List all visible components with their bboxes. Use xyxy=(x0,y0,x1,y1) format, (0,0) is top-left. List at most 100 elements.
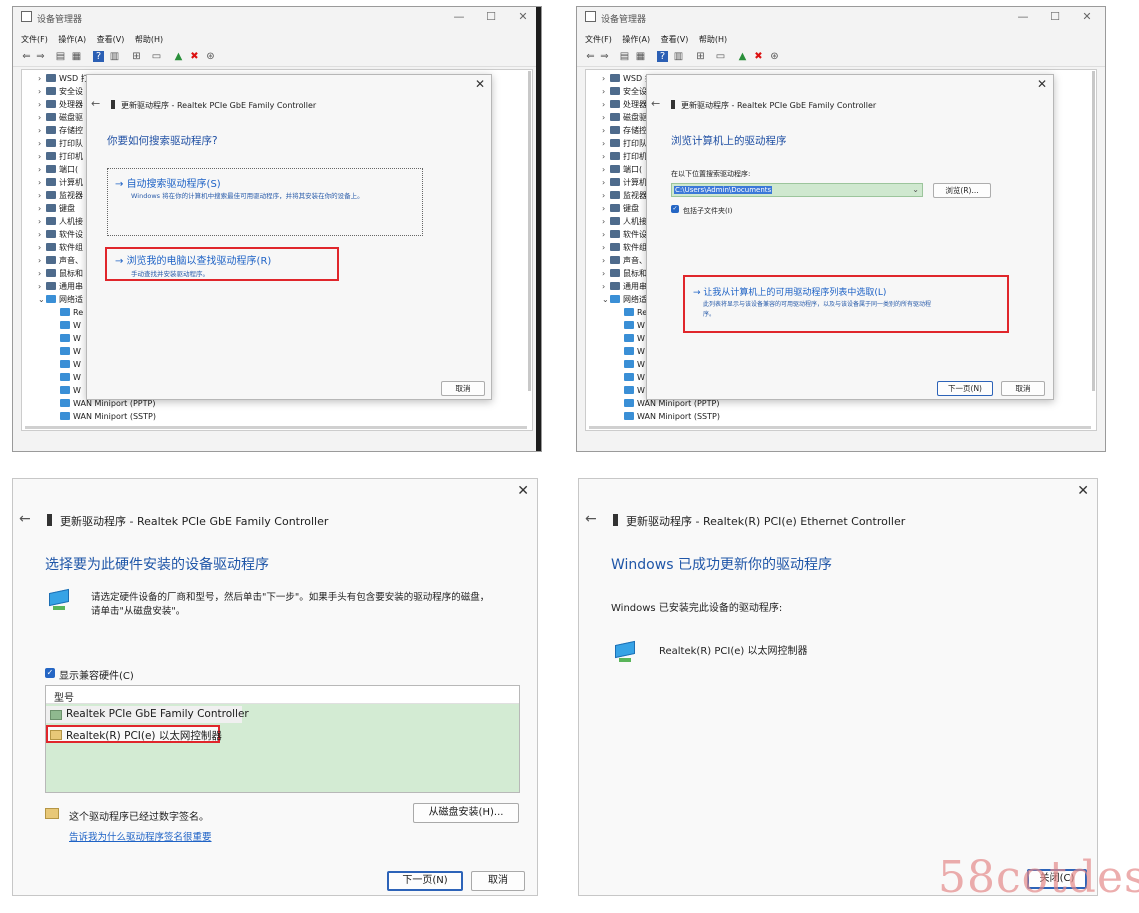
tree-item[interactable]: › 安全设 xyxy=(38,85,83,98)
network-child[interactable]: W xyxy=(624,358,645,371)
menu-action[interactable]: 操作(A) xyxy=(622,34,650,45)
next-button[interactable]: 下一页(N) xyxy=(937,381,993,396)
tree-item[interactable]: › 打印机 xyxy=(38,150,83,163)
close-button[interactable]: ✕ xyxy=(1079,10,1095,23)
tree-item[interactable]: › 人机接 xyxy=(602,215,647,228)
dialog-close-icon[interactable]: ✕ xyxy=(1077,483,1089,499)
back-arrow-icon[interactable]: ← xyxy=(585,511,597,527)
scan-icon[interactable]: ⊞ xyxy=(695,51,706,62)
close-button[interactable]: ✕ xyxy=(515,10,531,23)
tree-item[interactable]: › 计算机 xyxy=(38,176,83,189)
menu-view[interactable]: 查看(V) xyxy=(661,34,689,45)
tree-item[interactable]: › 磁盘驱 xyxy=(602,111,647,124)
tree-item-network[interactable]: ⌄ 网络适 xyxy=(38,293,83,306)
view-icon[interactable]: ▥ xyxy=(673,51,684,62)
tree-item[interactable]: › 键盘 xyxy=(602,202,639,215)
network-child[interactable]: W xyxy=(624,319,645,332)
browse-button[interactable]: 浏览(R)... xyxy=(933,183,991,198)
checkbox-icon[interactable]: ✓ xyxy=(671,205,679,213)
update-driver-icon[interactable]: ▲ xyxy=(737,51,748,62)
forward-icon[interactable]: ⇒ xyxy=(35,51,46,62)
tree-item[interactable]: › 鼠标和 xyxy=(38,267,83,280)
checkbox-icon[interactable]: ✓ xyxy=(45,668,55,678)
tree-item[interactable]: › 处理器 xyxy=(38,98,83,111)
monitor-icon[interactable]: ▭ xyxy=(151,51,162,62)
network-child[interactable]: Re xyxy=(60,306,83,319)
network-child[interactable]: WAN Miniport (SSTP) xyxy=(624,410,720,423)
tree-item[interactable]: › 声音、 xyxy=(602,254,647,267)
tree-item[interactable]: › 键盘 xyxy=(38,202,75,215)
tree-item[interactable]: › 处理器 xyxy=(602,98,647,111)
properties-icon[interactable]: ▤ xyxy=(619,51,630,62)
network-child[interactable]: W xyxy=(60,384,81,397)
properties-icon[interactable]: ▤ xyxy=(55,51,66,62)
network-child[interactable]: W xyxy=(624,345,645,358)
cancel-button[interactable]: 取消 xyxy=(471,871,525,891)
dialog-close-icon[interactable]: ✕ xyxy=(517,483,529,499)
horizontal-scrollbar[interactable] xyxy=(25,426,527,429)
tree-item[interactable]: › 监视器 xyxy=(38,189,83,202)
network-child[interactable]: W xyxy=(60,332,81,345)
network-child[interactable]: Re xyxy=(624,306,647,319)
back-icon[interactable]: ⇐ xyxy=(585,51,596,62)
pick-from-list-label[interactable]: → 让我从计算机上的可用驱动程序列表中选取(L) xyxy=(693,285,886,298)
maximize-button[interactable]: ☐ xyxy=(483,10,499,23)
menu-help[interactable]: 帮助(H) xyxy=(135,34,163,45)
menu-file[interactable]: 文件(F) xyxy=(21,34,48,45)
monitor-icon[interactable]: ▭ xyxy=(715,51,726,62)
horizontal-scrollbar[interactable] xyxy=(589,426,1091,429)
network-child[interactable]: W xyxy=(60,358,81,371)
menu-view[interactable]: 查看(V) xyxy=(97,34,125,45)
tree-item[interactable]: › 人机接 xyxy=(38,215,83,228)
vertical-scrollbar[interactable] xyxy=(1092,71,1095,391)
back-icon[interactable]: ⇐ xyxy=(21,51,32,62)
back-arrow-icon[interactable]: ← xyxy=(91,97,100,110)
tree-item[interactable]: › 软件设 xyxy=(38,228,83,241)
menu-file[interactable]: 文件(F) xyxy=(585,34,612,45)
tree-item[interactable]: › 打印队 xyxy=(38,137,83,150)
tree-item[interactable]: › 通用串 xyxy=(38,280,83,293)
help-icon[interactable]: ? xyxy=(657,51,668,62)
tree-item[interactable]: › 监视器 xyxy=(602,189,647,202)
tree-item[interactable]: › 打印机 xyxy=(602,150,647,163)
tree-item-network[interactable]: ⌄ 网络适 xyxy=(602,293,647,306)
vertical-scrollbar[interactable] xyxy=(528,71,531,391)
next-button[interactable]: 下一页(N) xyxy=(387,871,463,891)
network-child[interactable]: W xyxy=(624,332,645,345)
tree-item[interactable]: › 存储控 xyxy=(602,124,647,137)
network-child[interactable]: W xyxy=(624,371,645,384)
download-icon[interactable]: ⊛ xyxy=(205,51,216,62)
network-child[interactable]: W xyxy=(624,384,645,397)
network-child[interactable]: W xyxy=(60,319,81,332)
dialog-close-icon[interactable]: ✕ xyxy=(1037,77,1047,91)
column-model[interactable]: 型号 xyxy=(54,689,74,704)
tree-item[interactable]: › 存储控 xyxy=(38,124,83,137)
back-arrow-icon[interactable]: ← xyxy=(19,511,31,527)
maximize-button[interactable]: ☐ xyxy=(1047,10,1063,23)
view-icon[interactable]: ▥ xyxy=(109,51,120,62)
chevron-down-icon[interactable]: ⌄ xyxy=(912,185,919,194)
tree-item[interactable]: › 鼠标和 xyxy=(602,267,647,280)
tree-item[interactable]: › 通用串 xyxy=(602,280,647,293)
list-item[interactable]: Realtek PCIe GbE Family Controller xyxy=(46,706,249,723)
help-icon[interactable]: ? xyxy=(93,51,104,62)
tree-item[interactable]: › 计算机 xyxy=(602,176,647,189)
back-arrow-icon[interactable]: ← xyxy=(651,97,660,110)
list-icon[interactable]: ▦ xyxy=(635,51,646,62)
tree-item[interactable]: › 软件组 xyxy=(38,241,83,254)
tree-item[interactable]: › 磁盘驱 xyxy=(38,111,83,124)
update-driver-icon[interactable]: ▲ xyxy=(173,51,184,62)
download-icon[interactable]: ⊛ xyxy=(769,51,780,62)
tree-item[interactable]: › 打印队 xyxy=(602,137,647,150)
network-child[interactable]: W xyxy=(60,345,81,358)
menu-action[interactable]: 操作(A) xyxy=(58,34,86,45)
have-disk-button[interactable]: 从磁盘安装(H)... xyxy=(413,803,519,823)
tree-item[interactable]: › 软件设 xyxy=(602,228,647,241)
scan-icon[interactable]: ⊞ xyxy=(131,51,142,62)
tree-item[interactable]: › 端口( xyxy=(38,163,78,176)
uninstall-icon[interactable]: ✖ xyxy=(189,51,200,62)
tree-item[interactable]: › 声音、 xyxy=(38,254,83,267)
cancel-button[interactable]: 取消 xyxy=(1001,381,1045,396)
why-signing-link[interactable]: 告诉我为什么驱动程序签名很重要 xyxy=(69,829,212,843)
network-child[interactable]: WAN Miniport (SSTP) xyxy=(60,410,156,423)
